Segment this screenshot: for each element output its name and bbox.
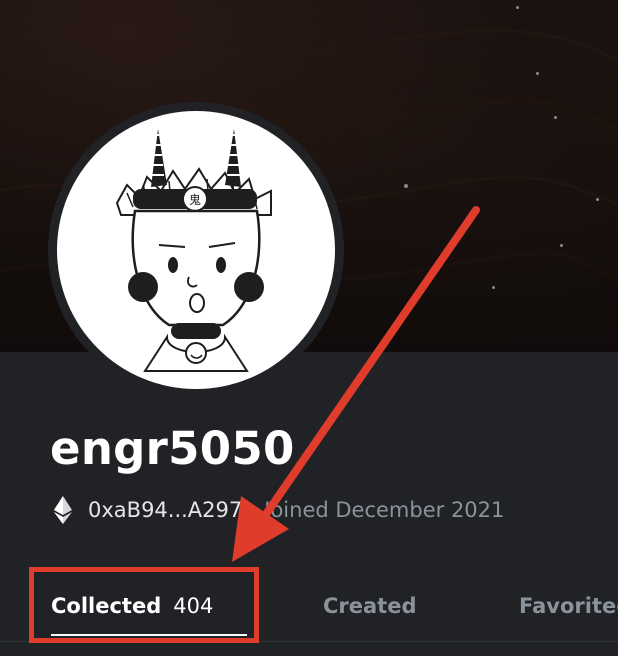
banner-speck <box>536 72 539 75</box>
banner-speck <box>560 244 563 247</box>
tab-created[interactable]: Created <box>323 586 417 626</box>
joined-date: Joined December 2021 <box>264 498 505 522</box>
profile-meta: 0xaB94...A297 Joined December 2021 <box>54 494 504 526</box>
profile-avatar[interactable]: 鬼 <box>48 102 344 398</box>
tab-favorited-label: Favorited <box>519 594 618 618</box>
profile-username: engr5050 <box>50 422 295 475</box>
avatar-image: 鬼 <box>57 111 335 389</box>
banner-speck <box>554 116 557 119</box>
banner-speck <box>492 286 495 289</box>
tab-created-label: Created <box>323 594 417 618</box>
svg-text:鬼: 鬼 <box>189 192 201 207</box>
banner-speck <box>516 6 519 9</box>
banner-speck <box>596 198 599 201</box>
cartoon-character-illustration: 鬼 <box>115 129 272 372</box>
wallet-address[interactable]: 0xaB94...A297 <box>88 498 242 522</box>
annotation-highlight-box <box>29 567 259 643</box>
tab-favorited[interactable]: Favorited <box>519 586 618 626</box>
ethereum-icon <box>54 496 72 524</box>
banner-speck <box>404 184 408 188</box>
